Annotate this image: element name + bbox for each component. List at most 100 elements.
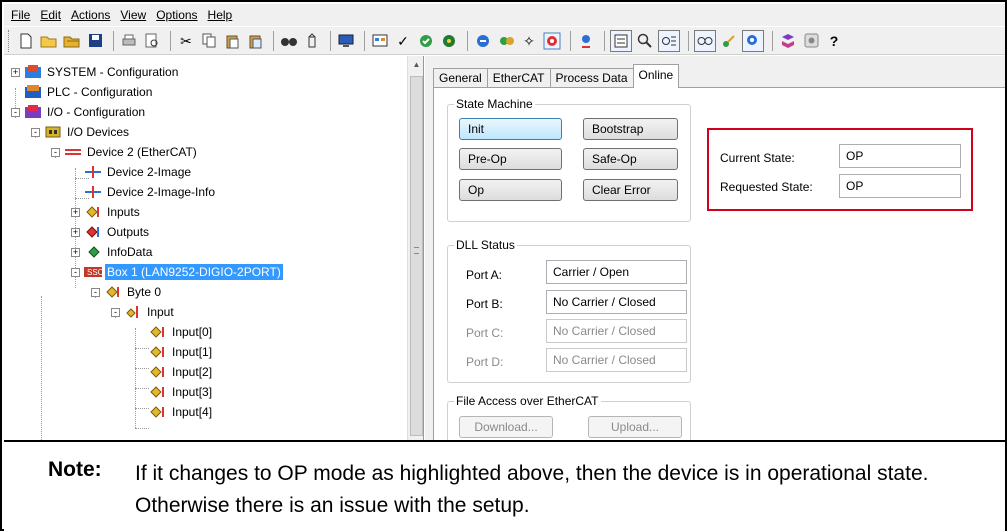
- tree-item-input-0[interactable]: Input[0]: [149, 322, 214, 342]
- upload-button[interactable]: Upload...: [588, 416, 682, 438]
- tree-item-system-configuration[interactable]: SYSTEM - Configuration: [24, 62, 180, 82]
- preop-button[interactable]: Pre-Op: [459, 148, 562, 170]
- show-variables-icon[interactable]: [719, 30, 739, 52]
- menu-help[interactable]: Help: [203, 5, 238, 25]
- help-icon[interactable]: ?: [824, 30, 844, 52]
- expand-toggle[interactable]: +: [11, 68, 20, 77]
- show-online-data-icon[interactable]: [576, 30, 596, 52]
- show-sub-items-icon[interactable]: [610, 29, 632, 52]
- download-button[interactable]: Download...: [459, 416, 553, 438]
- zoom-icon[interactable]: [635, 30, 655, 52]
- tree-item-device-2-ethercat[interactable]: Device 2 (EtherCAT): [64, 142, 199, 162]
- tree-item-io-configuration[interactable]: I/O - Configuration: [24, 102, 147, 122]
- autoscale-icon[interactable]: [658, 29, 680, 52]
- tree-item-label: Outputs: [107, 225, 150, 239]
- tree-item-input-4[interactable]: Input[4]: [149, 402, 214, 422]
- tab-process-data[interactable]: Process Data: [549, 68, 634, 88]
- menu-actions[interactable]: Actions: [66, 5, 115, 25]
- collapse-toggle[interactable]: -: [11, 108, 20, 117]
- tree-item-outputs[interactable]: Outputs: [84, 222, 151, 242]
- collapse-toggle[interactable]: -: [31, 128, 40, 137]
- tab-general[interactable]: General: [433, 68, 488, 88]
- collapse-toggle[interactable]: -: [51, 148, 60, 157]
- cut-icon[interactable]: ✂: [176, 30, 196, 52]
- print-preview-icon[interactable]: [142, 30, 162, 52]
- device-image-icon: [84, 164, 102, 180]
- tree-item-input[interactable]: Input: [124, 302, 176, 322]
- menu-options[interactable]: Options: [151, 5, 202, 25]
- build-icon[interactable]: [370, 30, 390, 52]
- safeop-button[interactable]: Safe-Op: [583, 148, 678, 170]
- tree-line: [135, 408, 149, 409]
- input-group-icon: [124, 304, 142, 320]
- tree-item-label: Input[2]: [172, 365, 213, 379]
- io-config-icon: [24, 104, 42, 120]
- collapse-toggle[interactable]: -: [111, 308, 120, 317]
- toolbar-separator: [688, 30, 689, 51]
- replace-icon[interactable]: [302, 30, 322, 52]
- find-icon[interactable]: [279, 30, 299, 52]
- op-button[interactable]: Op: [459, 179, 562, 201]
- collapse-toggle[interactable]: -: [71, 268, 80, 277]
- tree-item-plc-configuration[interactable]: PLC - Configuration: [24, 82, 154, 102]
- tree-scrollbar[interactable]: ▲: [407, 56, 423, 440]
- properties-panel: General EtherCAT Process Data Online Sta…: [425, 56, 1005, 461]
- print-icon[interactable]: [119, 30, 139, 52]
- tree-line: [135, 348, 149, 349]
- watch-icon[interactable]: [694, 29, 716, 52]
- restart-icon[interactable]: [473, 30, 493, 52]
- save-icon[interactable]: [85, 30, 105, 52]
- library-icon[interactable]: [778, 30, 798, 52]
- paste-icon[interactable]: [222, 30, 242, 52]
- tree-item-input-2[interactable]: Input[2]: [149, 362, 214, 382]
- menu-view[interactable]: View: [115, 5, 151, 25]
- clear-error-button[interactable]: Clear Error: [583, 179, 678, 201]
- copy-icon[interactable]: [199, 30, 219, 52]
- svg-text:SSC: SSC: [87, 268, 102, 277]
- open-folder-icon[interactable]: [39, 30, 59, 52]
- tree-item-device-2-image[interactable]: Device 2-Image: [84, 162, 193, 182]
- activate-configuration-icon[interactable]: [416, 30, 436, 52]
- plc-config-icon: [24, 84, 42, 100]
- check-configuration-icon[interactable]: ✓: [393, 30, 413, 52]
- group-title: State Machine: [454, 97, 535, 111]
- tree-item-device-2-image-info[interactable]: Device 2-Image-Info: [84, 182, 217, 202]
- tree-item-byte-0[interactable]: Byte 0: [104, 282, 163, 302]
- bootstrap-button[interactable]: Bootstrap: [583, 118, 678, 140]
- tree-item-label: Byte 0: [127, 285, 162, 299]
- tab-online[interactable]: Online: [632, 64, 680, 88]
- scan-devices-icon[interactable]: ✧: [519, 30, 539, 52]
- toolbar-grip[interactable]: [8, 29, 12, 52]
- tree-item-input-3[interactable]: Input[3]: [149, 382, 214, 402]
- toolbar: ✂ ✓ ✧ ?: [4, 27, 1005, 55]
- reload-devices-icon[interactable]: [496, 30, 516, 52]
- group-title: File Access over EtherCAT: [454, 394, 601, 408]
- menu-file[interactable]: File: [6, 5, 35, 25]
- tree-item-label: Input[4]: [172, 405, 213, 419]
- paste-with-links-icon[interactable]: [245, 30, 265, 52]
- tree-item-input-1[interactable]: Input[1]: [149, 342, 214, 362]
- scrollbar-thumb[interactable]: [410, 76, 423, 436]
- set-run-mode-icon[interactable]: [439, 30, 459, 52]
- init-button[interactable]: Init: [459, 118, 562, 140]
- expand-toggle[interactable]: +: [71, 248, 80, 257]
- toggle-freerun-icon[interactable]: [542, 30, 562, 52]
- tree-item-box-1[interactable]: SSC Box 1 (LAN9252-DIGIO-2PORT): [84, 262, 283, 282]
- toolbar-separator: [113, 30, 114, 51]
- input-variable-icon: [149, 344, 167, 360]
- tree-item-inputs[interactable]: Inputs: [84, 202, 142, 222]
- menu-edit[interactable]: Edit: [35, 5, 66, 25]
- expand-toggle[interactable]: +: [71, 228, 80, 237]
- new-file-icon[interactable]: [16, 30, 36, 52]
- tab-ethercat[interactable]: EtherCAT: [486, 68, 551, 88]
- expand-toggle[interactable]: +: [71, 208, 80, 217]
- tab-strip: General EtherCAT Process Data Online: [433, 64, 680, 88]
- collapse-toggle[interactable]: -: [91, 288, 100, 297]
- target-system-icon[interactable]: [336, 30, 356, 52]
- tree-item-io-devices[interactable]: I/O Devices: [44, 122, 131, 142]
- open-project-icon[interactable]: [62, 30, 82, 52]
- select-target-icon[interactable]: [742, 29, 764, 52]
- settings-icon[interactable]: [801, 30, 821, 52]
- tree-item-infodata[interactable]: InfoData: [84, 242, 154, 262]
- scroll-up-arrow-icon[interactable]: ▲: [408, 56, 423, 73]
